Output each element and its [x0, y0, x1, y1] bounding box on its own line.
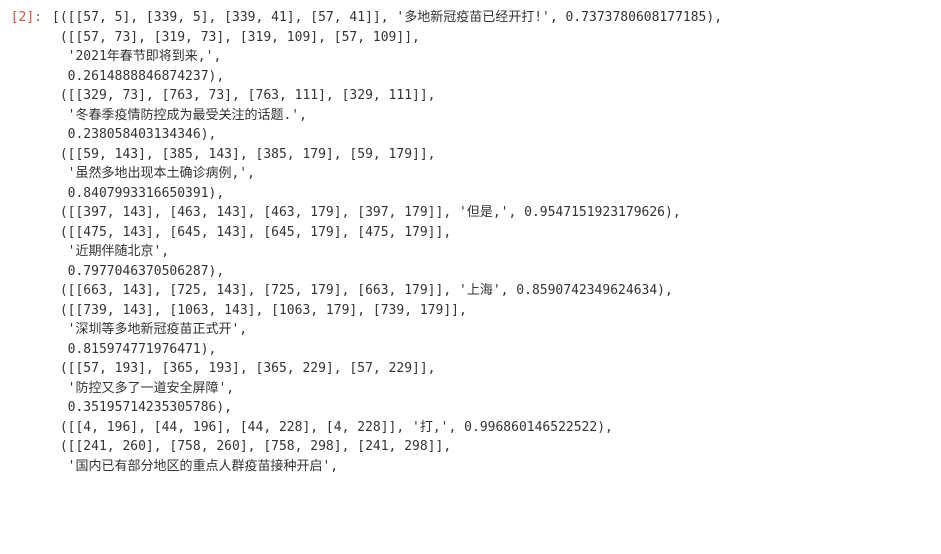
cell-output: [([[57, 5], [339, 5], [339, 41], [57, 41…	[52, 8, 722, 476]
output-cell: [2]: [([[57, 5], [339, 5], [339, 41], [5…	[0, 8, 941, 476]
cell-prompt: [2]:	[0, 8, 52, 28]
